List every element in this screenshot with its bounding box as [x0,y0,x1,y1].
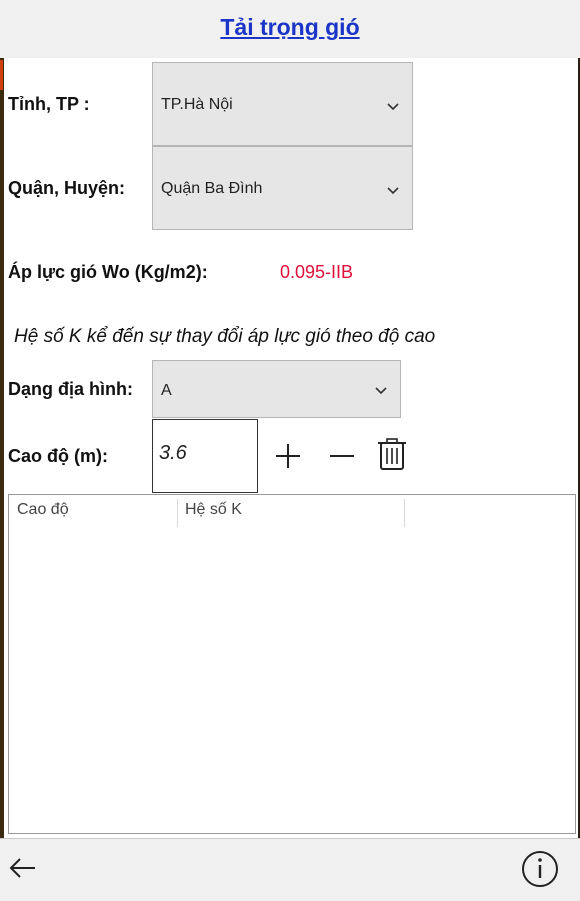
minus-icon[interactable] [325,439,359,473]
height-input[interactable]: 3.6 [152,419,258,493]
height-coefficient-table[interactable]: Cao độ Hệ số K [8,494,576,834]
wo-label: Áp lực gió Wo (Kg/m2): [8,262,208,282]
k-coefficient-heading: Hệ số K kể đến sự thay đổi áp lực gió th… [14,326,436,347]
terrain-label: Dạng địa hình: [8,379,133,399]
district-label: Quận, Huyện: [8,178,126,198]
height-label: Cao độ (m): [8,446,108,466]
column-header-height[interactable]: Cao độ [17,501,69,519]
chevron-down-icon [387,103,399,111]
province-label: Tỉnh, TP : [8,94,90,114]
district-value: Quận Ba Đình [161,180,263,197]
page-title[interactable]: Tải trọng gió [0,14,580,41]
bottom-app-bar [0,838,580,901]
column-divider [404,499,405,527]
chevron-down-icon [375,387,387,395]
province-value: TP.Hà Nội [161,96,233,113]
info-icon[interactable] [520,849,560,889]
district-dropdown[interactable]: Quận Ba Đình [152,146,413,230]
height-value: 3.6 [159,442,187,464]
trash-icon[interactable] [375,437,409,471]
column-divider [177,499,178,527]
terrain-value: A [161,382,172,399]
terrain-dropdown[interactable]: A [152,360,401,418]
chevron-down-icon [387,187,399,195]
column-header-k[interactable]: Hệ số K [185,501,242,519]
main-content: Tỉnh, TP : TP.Hà Nội Quận, Huyện: Quận B… [4,58,578,838]
province-dropdown[interactable]: TP.Hà Nội [152,62,413,146]
title-bar: Tải trọng gió [0,0,580,59]
wo-value: 0.095-IIB [280,262,354,282]
arrow-left-icon[interactable] [8,853,38,883]
window-edge-accent [0,60,3,90]
plus-icon[interactable] [271,439,305,473]
